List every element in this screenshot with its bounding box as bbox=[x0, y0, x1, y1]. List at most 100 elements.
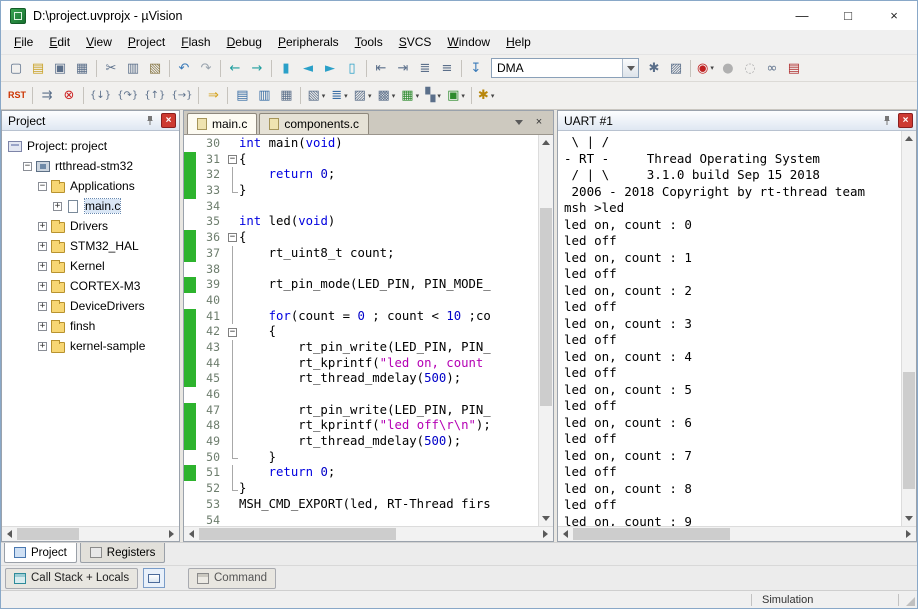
undo-button[interactable]: ↶ bbox=[173, 57, 195, 79]
editor-v-scrollbar[interactable] bbox=[538, 135, 553, 526]
dropdown-caret-icon[interactable]: ▾ bbox=[437, 92, 441, 100]
code-line-42[interactable]: 42− { bbox=[184, 324, 538, 340]
tree-item-cortex-m3[interactable]: +CORTEX-M3 bbox=[2, 276, 179, 296]
inspect-button[interactable]: ∞ bbox=[761, 57, 783, 79]
serial-window-button[interactable]: ▦▾ bbox=[398, 85, 422, 107]
project-h-scrollbar[interactable] bbox=[2, 526, 179, 541]
analysis-window-button[interactable]: ▚▾ bbox=[422, 85, 444, 107]
tree-item-drivers[interactable]: +Drivers bbox=[2, 216, 179, 236]
dropdown-caret-icon[interactable]: ▾ bbox=[322, 92, 326, 100]
code-line-35[interactable]: 35int led(void) bbox=[184, 214, 538, 230]
save-button[interactable]: ▣ bbox=[49, 57, 71, 79]
code-line-31[interactable]: 31−{ bbox=[184, 152, 538, 168]
code-line-44[interactable]: 44 rt_kprintf("led on, count bbox=[184, 356, 538, 372]
uart-v-scrollbar[interactable] bbox=[901, 131, 916, 526]
scroll-down-icon[interactable] bbox=[902, 511, 916, 526]
tree-item-stm32-hal[interactable]: +STM32_HAL bbox=[2, 236, 179, 256]
scroll-track[interactable] bbox=[199, 527, 538, 541]
dropdown-caret-icon[interactable]: ▾ bbox=[710, 64, 714, 72]
system-viewer-button[interactable]: ▣▾ bbox=[444, 85, 468, 107]
dropdown-caret-icon[interactable]: ▾ bbox=[461, 92, 465, 100]
menu-edit[interactable]: Edit bbox=[41, 32, 78, 52]
menu-view[interactable]: View bbox=[78, 32, 120, 52]
scroll-track[interactable] bbox=[573, 527, 901, 541]
scroll-thumb[interactable] bbox=[573, 528, 730, 540]
code-area[interactable]: 30int main(void)31−{32 return 0;33}3435i… bbox=[184, 135, 538, 526]
dropdown-caret-icon[interactable]: ▾ bbox=[368, 92, 372, 100]
expand-icon[interactable]: + bbox=[38, 282, 47, 291]
expand-icon[interactable]: + bbox=[38, 302, 47, 311]
menu-help[interactable]: Help bbox=[498, 32, 539, 52]
symbol-window-button[interactable]: ▦ bbox=[275, 85, 297, 107]
scroll-thumb[interactable] bbox=[903, 372, 915, 489]
expand-icon[interactable]: + bbox=[38, 222, 47, 231]
pin-icon[interactable] bbox=[879, 113, 895, 129]
code-line-30[interactable]: 30int main(void) bbox=[184, 136, 538, 152]
save-all-button[interactable]: ▦ bbox=[71, 57, 93, 79]
title-bar[interactable]: D:\project.uvprojx - µVision — □ × bbox=[1, 1, 917, 30]
call-stack-tab[interactable]: Call Stack + Locals bbox=[5, 568, 138, 589]
code-line-51[interactable]: 51 return 0; bbox=[184, 465, 538, 481]
collapse-icon[interactable]: − bbox=[23, 162, 32, 171]
scroll-right-icon[interactable] bbox=[164, 527, 179, 541]
run-button[interactable]: ⇉ bbox=[36, 85, 58, 107]
combo-dropdown-icon[interactable] bbox=[622, 59, 638, 77]
bookmark-clear-button[interactable]: ▯ bbox=[341, 57, 363, 79]
tree-item-main-c[interactable]: +main.c bbox=[2, 196, 179, 216]
comment-button[interactable]: ≣ bbox=[414, 57, 436, 79]
code-line-50[interactable]: 50 } bbox=[184, 450, 538, 466]
fold-collapse-icon[interactable]: − bbox=[228, 155, 237, 164]
scroll-track[interactable] bbox=[902, 146, 916, 511]
scroll-left-icon[interactable] bbox=[558, 527, 573, 541]
step-over-button[interactable]: {↷} bbox=[114, 85, 141, 107]
menu-svcs[interactable]: SVCS bbox=[391, 32, 440, 52]
menu-window[interactable]: Window bbox=[439, 32, 498, 52]
indent-right-button[interactable]: ⇥ bbox=[392, 57, 414, 79]
step-out-button[interactable]: {↑} bbox=[141, 85, 168, 107]
tree-item-project-project[interactable]: Project: project bbox=[2, 136, 179, 156]
new-file-button[interactable]: ▢ bbox=[5, 57, 27, 79]
menu-debug[interactable]: Debug bbox=[219, 32, 270, 52]
code-line-34[interactable]: 34 bbox=[184, 199, 538, 215]
tree-item-devicedrivers[interactable]: +DeviceDrivers bbox=[2, 296, 179, 316]
code-line-52[interactable]: 52} bbox=[184, 481, 538, 497]
code-line-39[interactable]: 39 rt_pin_mode(LED_PIN, PIN_MODE_ bbox=[184, 277, 538, 293]
code-line-43[interactable]: 43 rt_pin_write(LED_PIN, PIN_ bbox=[184, 340, 538, 356]
menu-tools[interactable]: Tools bbox=[347, 32, 391, 52]
menu-project[interactable]: Project bbox=[120, 32, 173, 52]
scroll-right-icon[interactable] bbox=[901, 527, 916, 541]
dropdown-caret-icon[interactable]: ▾ bbox=[392, 92, 396, 100]
step-into-button[interactable]: {↓} bbox=[87, 85, 114, 107]
code-line-40[interactable]: 40 bbox=[184, 293, 538, 309]
dropdown-caret-icon[interactable]: ▾ bbox=[491, 92, 495, 100]
project-close-icon[interactable]: × bbox=[161, 113, 176, 128]
breakpoint-toggle-button[interactable]: ● bbox=[717, 57, 739, 79]
uart-close-icon[interactable]: × bbox=[898, 113, 913, 128]
scroll-thumb[interactable] bbox=[199, 528, 396, 540]
dropdown-caret-icon[interactable]: ▾ bbox=[416, 92, 420, 100]
command-window-button[interactable]: ▤ bbox=[231, 85, 253, 107]
dropdown-caret-icon[interactable]: ▾ bbox=[344, 92, 348, 100]
tree-item-rtthread-stm32[interactable]: −rtthread-stm32 bbox=[2, 156, 179, 176]
books-button[interactable]: ▤ bbox=[783, 57, 805, 79]
scroll-track[interactable] bbox=[539, 150, 553, 511]
code-line-54[interactable]: 54 bbox=[184, 513, 538, 527]
scroll-left-icon[interactable] bbox=[184, 527, 199, 541]
editor-tab-main-c[interactable]: main.c bbox=[187, 113, 257, 134]
breakpoint-enable-button[interactable]: ◌ bbox=[739, 57, 761, 79]
code-line-49[interactable]: 49 rt_thread_mdelay(500); bbox=[184, 434, 538, 450]
memory-window-button[interactable]: ▩▾ bbox=[374, 85, 398, 107]
code-line-53[interactable]: 53MSH_CMD_EXPORT(led, RT-Thread firs bbox=[184, 497, 538, 513]
pin-icon[interactable] bbox=[142, 113, 158, 129]
nav-back-button[interactable]: ← bbox=[224, 57, 246, 79]
show-next-statement-button[interactable]: ⇒ bbox=[202, 85, 224, 107]
open-file-button[interactable]: ▤ bbox=[27, 57, 49, 79]
tree-item-kernel-sample[interactable]: +kernel-sample bbox=[2, 336, 179, 356]
scroll-left-icon[interactable] bbox=[2, 527, 17, 541]
resize-grip[interactable] bbox=[899, 591, 917, 608]
expand-icon[interactable]: + bbox=[38, 262, 47, 271]
close-button[interactable]: × bbox=[871, 1, 917, 30]
start-stop-debug-button[interactable]: ◉▾ bbox=[694, 57, 717, 79]
fold-collapse-icon[interactable]: − bbox=[228, 233, 237, 242]
bookmark-prev-button[interactable]: ◄ bbox=[297, 57, 319, 79]
